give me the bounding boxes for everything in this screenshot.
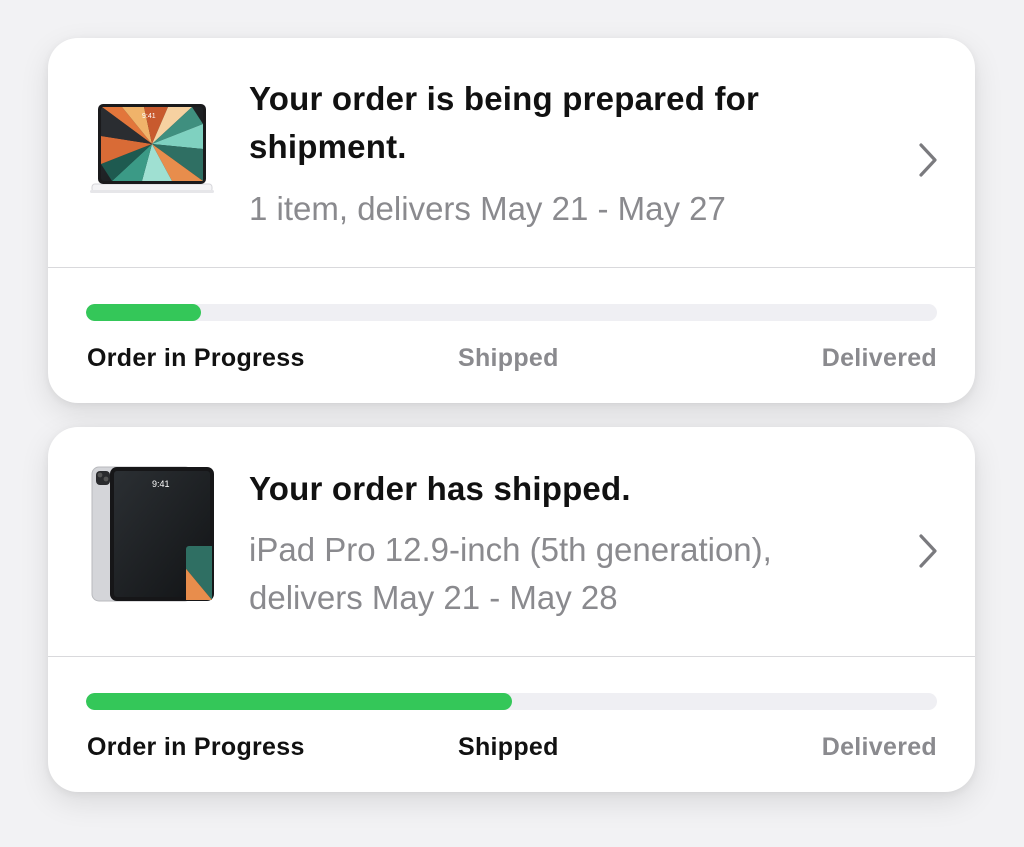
step-order-in-progress: Order in Progress	[87, 344, 305, 372]
progress-fill	[86, 304, 201, 321]
ipad-pro-image: 9:41	[91, 466, 214, 602]
chevron-right-icon[interactable]	[917, 533, 939, 569]
step-delivered: Delivered	[821, 344, 937, 372]
step-order-in-progress: Order in Progress	[87, 733, 305, 761]
order-summary-row[interactable]: 9:41 Your order is being prepared for sh…	[48, 38, 975, 268]
order-status-title: Your order is being prepared for shipmen…	[249, 80, 760, 165]
progress-fill	[86, 693, 512, 710]
order-summary-row[interactable]: 9:41 Your order has shipped. iPad Pro 12…	[48, 427, 975, 657]
order-status-title: Your order has shipped.	[249, 470, 631, 507]
chevron-right-icon[interactable]	[917, 142, 939, 178]
ipad-with-magic-keyboard-image: 9:41	[90, 104, 214, 193]
progress-track	[86, 304, 937, 321]
order-card: 9:41 Your order is being prepared for sh…	[48, 38, 975, 403]
order-delivery-info: 1 item, delivers May 21 - May 27	[249, 190, 726, 227]
svg-text:9:41: 9:41	[152, 479, 170, 489]
progress-track	[86, 693, 937, 710]
order-card: 9:41 Your order has shipped. iPad Pro 12…	[48, 427, 975, 792]
step-delivered: Delivered	[821, 733, 937, 761]
order-delivery-info: iPad Pro 12.9-inch (5th generation), del…	[249, 531, 772, 616]
divider	[48, 656, 975, 657]
step-shipped: Shipped	[458, 733, 559, 761]
divider	[48, 267, 975, 268]
step-shipped: Shipped	[458, 344, 559, 372]
svg-text:9:41: 9:41	[142, 113, 156, 120]
